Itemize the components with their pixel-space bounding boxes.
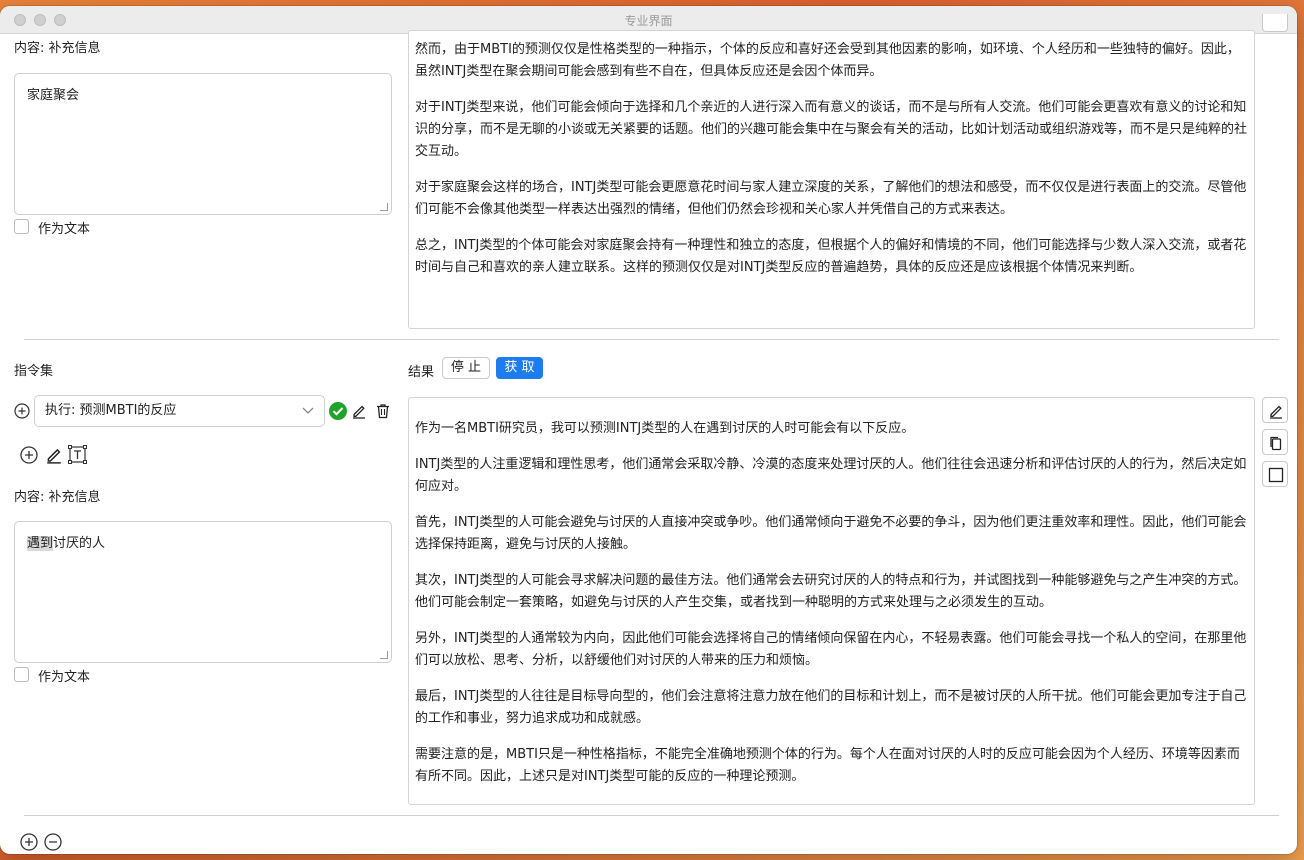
bottom-output-paragraph: 最后，INTJ类型的人往往是目标导向型的，他们会注意将注意力放在他们的目标和计划… (415, 689, 1247, 726)
bottom-input-selected-text: 遇到 (27, 536, 54, 551)
window-title: 专业界面 (624, 14, 673, 28)
bottom-output-paragraph: 另外，INTJ类型的人通常较为内向，因此他们可能会选择将自己的情绪倾向保留在内心… (415, 631, 1247, 668)
bottom-input-text: 讨厌的人 (53, 536, 106, 551)
square-icon (1268, 467, 1284, 483)
trash-icon[interactable] (375, 403, 391, 419)
top-output-paragraph: 然而，由于MBTI的预测仅仅是性格类型的一种指示，个体的反应和喜好还会受到其他因… (415, 42, 1240, 79)
bottom-as-text-checkbox[interactable] (14, 667, 29, 682)
copy-icon (1270, 436, 1282, 451)
app-window: 专业界面 内容: 补充信息 家庭聚会 作为文本 然而，由于MBTI的预测仅仅是性… (0, 6, 1297, 854)
top-content-input[interactable]: 家庭聚会 (14, 73, 392, 215)
top-output-paragraph: 对于INTJ类型来说，他们可能会倾向于选择和几个亲近的人进行深入而有意义的谈话，… (415, 100, 1248, 159)
instruction-set-label: 指令集 (14, 364, 54, 379)
edit-instruction-pencil-icon[interactable] (351, 403, 367, 419)
bottom-as-text-label: 作为文本 (38, 670, 91, 685)
bottom-content-label: 内容: 补充信息 (14, 490, 101, 505)
fetch-button[interactable]: 获 取 (496, 357, 543, 379)
check-circle-icon (329, 402, 347, 420)
top-as-text-label: 作为文本 (38, 222, 91, 237)
top-as-text-checkbox[interactable] (14, 219, 29, 234)
stop-button[interactable]: 停 止 (442, 357, 490, 379)
top-side-button[interactable] (1262, 14, 1288, 32)
add-section-icon[interactable] (20, 833, 38, 851)
copy-output-button[interactable] (1262, 429, 1288, 455)
edit-output-button[interactable] (1262, 397, 1288, 423)
top-content-input-value: 家庭聚会 (27, 88, 80, 103)
bottom-output-paragraph: 作为一名MBTI研究员，我可以预测INTJ类型的人在遇到讨厌的人时可能会有以下反… (415, 421, 915, 436)
top-output-paragraph: 总之，INTJ类型的个体可能会对家庭聚会持有一种理性和独立的态度，但根据个人的偏… (415, 238, 1247, 275)
top-output-panel[interactable]: 然而，由于MBTI的预测仅仅是性格类型的一种指示，个体的反应和喜好还会受到其他因… (408, 30, 1255, 329)
bottom-output-paragraph: 需要注意的是，MBTI只是一种性格指标，不能完全准确地预测个体的行为。每个人在面… (415, 747, 1240, 784)
result-label: 结果 (408, 365, 435, 380)
bottom-output-panel[interactable]: 作为一名MBTI研究员，我可以预测INTJ类型的人在遇到讨厌的人时可能会有以下反… (408, 397, 1255, 805)
add-instruction-icon[interactable] (14, 403, 30, 419)
select-output-button[interactable] (1262, 461, 1288, 487)
section-divider (24, 339, 1279, 340)
top-content-label: 内容: 补充信息 (14, 41, 101, 56)
instruction-select-value: 执行: 预测MBTI的反应 (45, 403, 177, 418)
bottom-output-paragraph: 首先，INTJ类型的人可能会避免与讨厌的人直接冲突或争吵。他们通常倾向于避免不必… (415, 515, 1247, 552)
remove-section-icon[interactable] (44, 833, 62, 851)
bottom-output-paragraph: 其次，INTJ类型的人可能会寻求解决问题的最佳方法。他们通常会去研究讨厌的人的特… (415, 573, 1247, 610)
add-step-icon[interactable] (20, 446, 38, 464)
section-divider (24, 815, 1279, 816)
bottom-content-input[interactable]: 遇到讨厌的人 (14, 521, 392, 663)
pencil-icon (1270, 405, 1282, 419)
resize-grip-icon[interactable] (380, 651, 388, 659)
text-box-icon[interactable] (68, 445, 87, 464)
resize-grip-icon[interactable] (380, 203, 388, 211)
edit-step-pencil-icon[interactable] (45, 446, 63, 464)
top-output-paragraph: 对于家庭聚会这样的场合，INTJ类型可能会更愿意花时间与家人建立深度的关系，了解… (415, 180, 1247, 217)
chevron-down-icon (302, 407, 314, 414)
instruction-select[interactable]: 执行: 预测MBTI的反应 (34, 395, 325, 427)
bottom-output-paragraph: INTJ类型的人注重逻辑和理性思考，他们通常会采取冷静、冷漠的态度来处理讨厌的人… (415, 457, 1247, 494)
